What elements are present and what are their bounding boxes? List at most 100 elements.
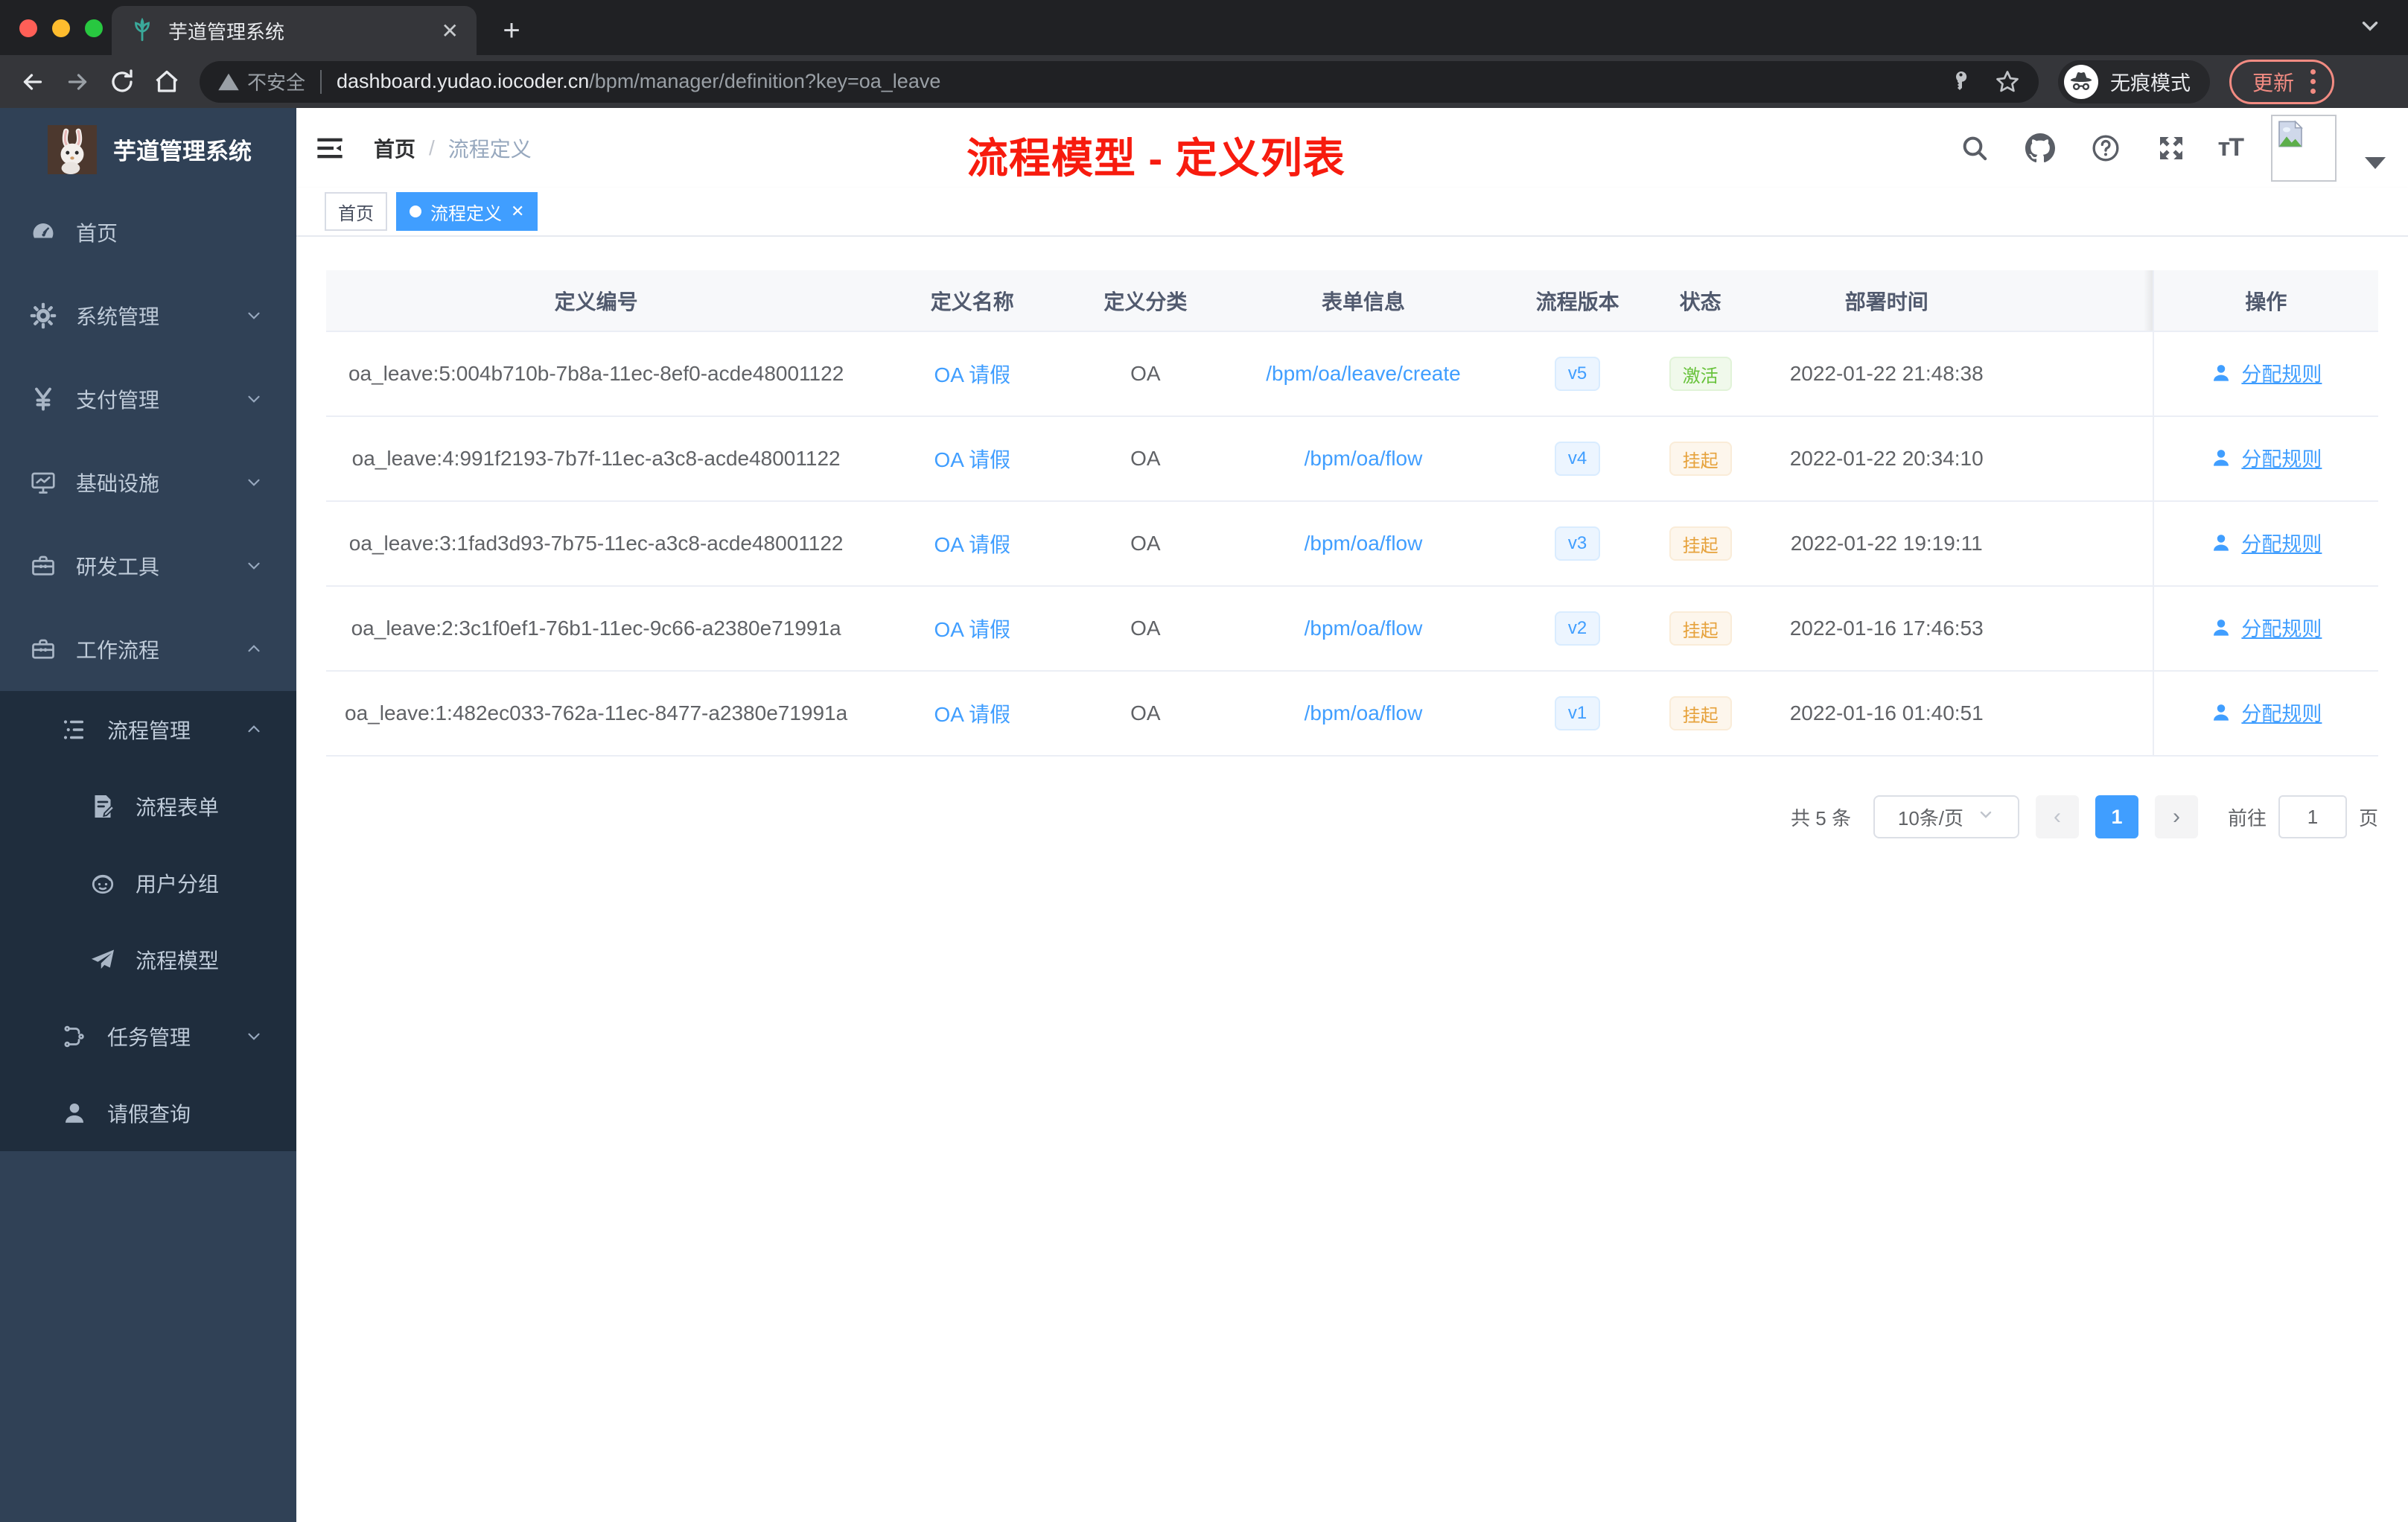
browser-tab[interactable]: 芋道管理系统 ✕ [112, 6, 477, 55]
tab-close-icon[interactable]: ✕ [442, 19, 459, 43]
cell-id: oa_leave:2:3c1f0ef1-76b1-11ec-9c66-a2380… [326, 586, 867, 672]
cell-status: 挂起 [1640, 586, 1760, 672]
back-button[interactable] [10, 60, 55, 104]
table-row-5: oa_leave:1:482ec033-762a-11ec-8477-a2380… [326, 671, 2378, 757]
assign-rule-label: 分配规则 [2241, 533, 2322, 556]
sidebar-item-task-manage[interactable]: 任务管理 [0, 998, 296, 1074]
cell-status: 激活 [1640, 331, 1760, 417]
not-secure-label: 不安全 [247, 71, 306, 94]
browser-update-button[interactable]: 更新 [2229, 59, 2335, 104]
robot-icon [88, 868, 118, 898]
definition-name-link[interactable]: OA 请假 [934, 363, 1010, 386]
browser-menu-icon[interactable] [2310, 69, 2316, 94]
form-link[interactable]: /bpm/oa/leave/create [1266, 362, 1461, 385]
cell-filler [2013, 501, 2153, 587]
incognito-profile-chip[interactable]: 无痕模式 [2058, 60, 2210, 104]
url-host: dashboard.yudao.iocoder.cn [337, 70, 590, 92]
pagination-goto-label: 前往 [2227, 806, 2267, 830]
assign-rule-button[interactable]: 分配规则 [2210, 613, 2322, 642]
cell-action: 分配规则 [2152, 416, 2378, 502]
sidebar-item-workflow[interactable]: 工作流程 [0, 608, 296, 691]
pagination-next-button[interactable]: › [2154, 795, 2198, 838]
sidebar-item-process-form[interactable]: 流程表单 [0, 768, 296, 844]
gear-icon [28, 301, 58, 331]
user-avatar[interactable] [2271, 114, 2337, 182]
cell-action: 分配规则 [2152, 586, 2378, 672]
workflow-submenu: 流程管理 流程表单 用户分组 流程模型 任务管理请假查询 [0, 691, 296, 1151]
maximize-window-button[interactable] [85, 19, 103, 37]
yen-icon [28, 384, 58, 414]
tab-search-chevron-icon[interactable] [2357, 13, 2383, 45]
bookmark-star-icon[interactable] [1994, 69, 2021, 95]
page-size-select[interactable]: 10条/页 [1873, 795, 2019, 838]
browser-tabstrip: 芋道管理系统 ✕ + [0, 0, 2408, 55]
definition-name-link[interactable]: OA 请假 [934, 618, 1010, 641]
cell-filler [2013, 671, 2153, 757]
form-link[interactable]: /bpm/oa/flow [1305, 447, 1423, 470]
toolbox-icon [28, 551, 58, 581]
sidebar-item-process-manage[interactable]: 流程管理 [0, 691, 296, 768]
assign-rule-button[interactable]: 分配规则 [2210, 358, 2322, 387]
pagination-goto-input[interactable] [2278, 795, 2347, 838]
definition-name-link[interactable]: OA 请假 [934, 533, 1010, 556]
pagination-total: 共 5 条 [1791, 806, 1851, 830]
breadcrumb-home-link[interactable]: 首页 [374, 133, 415, 163]
pagination-prev-button[interactable]: ‹ [2035, 795, 2079, 838]
search-icon[interactable] [1956, 130, 1993, 167]
table-header-row: 定义编号 定义名称 定义分类 表单信息 流程版本 状态 部署时间 操作 [326, 270, 2378, 332]
broken-image-icon [2278, 119, 2304, 147]
address-bar[interactable]: 不安全 dashboard.yudao.iocoder.cn/bpm/manag… [200, 60, 2039, 103]
sidebar-item-user-group[interactable]: 用户分组 [0, 844, 296, 921]
definition-name-link[interactable]: OA 请假 [934, 703, 1010, 726]
assign-rule-button[interactable]: 分配规则 [2210, 443, 2322, 472]
tag-label: 首页 [338, 203, 374, 224]
sidebar-item-leave-query[interactable]: 请假查询 [0, 1074, 296, 1151]
table-row-2: oa_leave:4:991f2193-7b7f-11ec-a3c8-acde4… [326, 416, 2378, 502]
sidebar-item-home[interactable]: 首页 [0, 191, 296, 274]
chevron-down-icon [244, 1027, 264, 1046]
assign-rule-button[interactable]: 分配规则 [2210, 698, 2322, 727]
close-window-button[interactable] [19, 19, 37, 37]
sidebar-item-system[interactable]: 系统管理 [0, 274, 296, 357]
form-link[interactable]: /bpm/oa/flow [1305, 532, 1423, 555]
form-link[interactable]: /bpm/oa/flow [1305, 701, 1423, 725]
cell-status: 挂起 [1640, 671, 1760, 757]
screen: 芋道管理系统 ✕ + 不安全 dashboard.yudao.iocoder.c [0, 0, 2408, 1522]
new-tab-button[interactable]: + [491, 10, 532, 51]
definition-name-link[interactable]: OA 请假 [934, 448, 1010, 471]
reload-button[interactable] [100, 60, 144, 104]
cell-category: OA [1078, 586, 1213, 672]
sidebar-item-label: 请假查询 [107, 1102, 191, 1126]
cell-version: v5 [1514, 331, 1641, 417]
home-button[interactable] [144, 60, 189, 104]
sidebar-item-label: 基础设施 [76, 472, 160, 495]
assign-rule-button[interactable]: 分配规则 [2210, 528, 2322, 557]
sidebar-item-devtools[interactable]: 研发工具 [0, 524, 296, 608]
minimize-window-button[interactable] [52, 19, 70, 37]
pagination: 共 5 条 10条/页 ‹ 1 › 前往 页 [326, 795, 2378, 838]
sidebar-item-process-model[interactable]: 流程模型 [0, 921, 296, 998]
incognito-label: 无痕模式 [2110, 72, 2191, 95]
pagination-page-1[interactable]: 1 [2095, 795, 2138, 838]
not-secure-badge[interactable]: 不安全 [217, 68, 305, 95]
tag-item-0[interactable]: 首页 [325, 192, 387, 231]
tag-active-1[interactable]: 流程定义 ✕ [396, 192, 538, 231]
status-badge: 挂起 [1669, 442, 1732, 476]
app-logo[interactable]: 芋道管理系统 [0, 108, 296, 191]
github-icon[interactable] [2022, 130, 2059, 167]
forward-button[interactable] [55, 60, 100, 104]
macos-window-controls[interactable] [19, 19, 103, 37]
fullscreen-icon[interactable] [2153, 130, 2190, 167]
version-tag: v3 [1554, 526, 1601, 561]
sidebar-item-infrastructure[interactable]: 基础设施 [0, 441, 296, 524]
tag-close-icon[interactable]: ✕ [511, 202, 524, 221]
url-text[interactable]: dashboard.yudao.iocoder.cn/bpm/manager/d… [337, 70, 1933, 93]
help-icon[interactable] [2087, 130, 2124, 167]
font-size-icon[interactable]: тT [2218, 133, 2244, 162]
password-key-icon[interactable] [1948, 69, 1973, 95]
status-badge: 挂起 [1669, 696, 1732, 730]
form-link[interactable]: /bpm/oa/flow [1305, 617, 1423, 640]
sidebar-item-payment[interactable]: 支付管理 [0, 357, 296, 441]
sidebar-collapse-button[interactable] [296, 108, 363, 188]
avatar-dropdown-icon[interactable] [2365, 156, 2386, 169]
